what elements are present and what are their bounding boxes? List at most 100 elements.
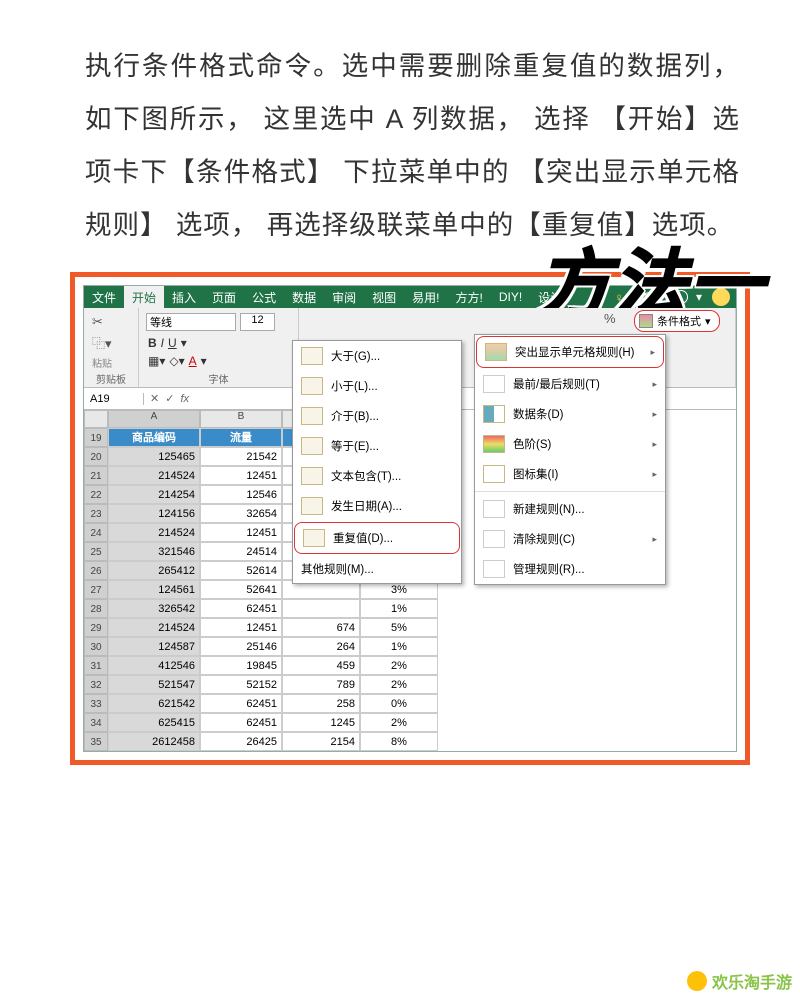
cell[interactable]: 2154 [282,732,360,751]
cell[interactable]: 12451 [200,618,282,637]
cell[interactable]: 1% [360,637,438,656]
cell[interactable]: 214254 [108,485,200,504]
column-header-A[interactable]: A [108,410,200,428]
cut-icon[interactable]: ✂ [92,314,130,330]
row-header[interactable]: 29 [84,618,108,637]
cell[interactable]: 459 [282,656,360,675]
font-size-select[interactable]: 12 [240,313,275,331]
row-header[interactable]: 35 [84,732,108,751]
cell[interactable]: 124561 [108,580,200,599]
cell[interactable]: 265412 [108,561,200,580]
cell[interactable]: 0% [360,694,438,713]
menu-item[interactable]: 清除规则(C)▸ [475,524,665,554]
row-header[interactable]: 26 [84,561,108,580]
bold-button[interactable]: B [148,336,157,350]
cell[interactable]: 214524 [108,523,200,542]
ribbon-tab-4[interactable]: 公式 [244,286,284,309]
fx-icon[interactable]: fx [180,393,189,405]
cell[interactable]: 12546 [200,485,282,504]
menu-item[interactable]: 最前/最后规则(T)▸ [475,369,665,399]
row-header[interactable]: 19 [84,428,108,447]
row-header[interactable]: 25 [84,542,108,561]
cell[interactable]: 商品编码 [108,428,200,447]
menu-item[interactable]: 等于(E)... [293,431,461,461]
row-header[interactable]: 22 [84,485,108,504]
paste-icon[interactable]: 粘贴 [92,355,130,370]
cell[interactable]: 32654 [200,504,282,523]
ribbon-tab-8[interactable]: 易用! [404,286,447,309]
cell[interactable]: 流量 [200,428,282,447]
ribbon-tab-10[interactable]: DIY! [491,287,530,307]
cell[interactable]: 264 [282,637,360,656]
ribbon-tab-6[interactable]: 审阅 [324,286,364,309]
cell[interactable]: 2% [360,675,438,694]
conditional-format-button[interactable]: 条件格式▾ [634,310,720,332]
cell[interactable]: 12451 [200,466,282,485]
table-row[interactable]: 326542624511% [108,599,438,618]
table-row[interactable]: 621542624512580% [108,694,438,713]
cell[interactable]: 1245 [282,713,360,732]
row-header[interactable]: 30 [84,637,108,656]
font-color-button[interactable]: A [189,354,197,368]
cell[interactable]: 2612458 [108,732,200,751]
table-row[interactable]: 214524124516745% [108,618,438,637]
cell[interactable]: 26425 [200,732,282,751]
cell[interactable]: 625415 [108,713,200,732]
row-header[interactable]: 21 [84,466,108,485]
column-header-B[interactable]: B [200,410,282,428]
select-all-corner[interactable] [84,410,108,428]
menu-item[interactable]: 小于(L)... [293,371,461,401]
expand-icon[interactable]: ▾ [181,336,187,350]
table-row[interactable]: 26124582642521548% [108,732,438,751]
menu-item[interactable]: 大于(G)... [293,341,461,371]
table-row[interactable]: 412546198454592% [108,656,438,675]
row-header[interactable]: 24 [84,523,108,542]
row-header[interactable]: 20 [84,447,108,466]
ribbon-tab-2[interactable]: 插入 [164,286,204,309]
ribbon-tab-7[interactable]: 视图 [364,286,404,309]
name-box[interactable]: A19 [84,393,144,405]
table-row[interactable]: 521547521527892% [108,675,438,694]
copy-icon[interactable]: ⿻▾ [92,333,130,352]
row-header[interactable]: 32 [84,675,108,694]
row-header[interactable]: 27 [84,580,108,599]
cell[interactable]: 8% [360,732,438,751]
cancel-icon[interactable]: ✕ [150,392,159,405]
cell[interactable]: 21542 [200,447,282,466]
cell[interactable]: 62451 [200,694,282,713]
row-header[interactable]: 33 [84,694,108,713]
menu-item[interactable]: 其他规则(M)... [293,555,461,583]
cell[interactable]: 674 [282,618,360,637]
cell[interactable]: 258 [282,694,360,713]
underline-button[interactable]: U [168,336,177,350]
table-row[interactable]: 124587251462641% [108,637,438,656]
italic-button[interactable]: I [161,336,164,350]
table-row[interactable]: 6254156245112452% [108,713,438,732]
cell[interactable]: 124587 [108,637,200,656]
ribbon-tab-5[interactable]: 数据 [284,286,324,309]
menu-item[interactable]: 色阶(S)▸ [475,429,665,459]
cell[interactable]: 326542 [108,599,200,618]
ribbon-tab-9[interactable]: 方方! [447,286,490,309]
cell[interactable]: 62451 [200,713,282,732]
menu-item[interactable]: 介于(B)... [293,401,461,431]
row-header[interactable]: 31 [84,656,108,675]
menu-item[interactable]: 新建规则(N)... [475,494,665,524]
cell[interactable]: 521547 [108,675,200,694]
ribbon-tab-1[interactable]: 开始 [124,286,164,309]
percent-button[interactable]: % [604,311,616,326]
cell[interactable]: 124156 [108,504,200,523]
cell[interactable]: 2% [360,713,438,732]
cell[interactable]: 214524 [108,466,200,485]
cell[interactable]: 25146 [200,637,282,656]
ribbon-tab-0[interactable]: 文件 [84,286,124,309]
cell[interactable]: 2% [360,656,438,675]
menu-item[interactable]: 发生日期(A)... [293,491,461,521]
cell[interactable]: 12451 [200,523,282,542]
cell[interactable]: 1% [360,599,438,618]
fill-color-button[interactable]: ◇▾ [169,354,184,368]
check-icon[interactable]: ✓ [165,392,174,405]
menu-item[interactable]: 重复值(D)... [294,522,460,554]
font-name-select[interactable]: 等线 [146,313,236,331]
cell[interactable]: 125465 [108,447,200,466]
